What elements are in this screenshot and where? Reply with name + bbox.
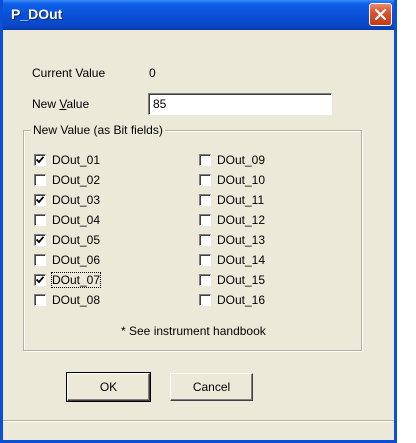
- status-divider: [3, 420, 394, 422]
- checkbox-box[interactable]: [199, 214, 211, 226]
- checkbox-box[interactable]: [199, 154, 211, 166]
- checkbox-box[interactable]: [34, 254, 46, 266]
- bit-checkbox-label: DOut_03: [52, 193, 101, 207]
- checkbox-box[interactable]: [34, 214, 46, 226]
- bit-checkbox-label: DOut_15: [217, 273, 266, 287]
- current-value-label: Current Value: [32, 66, 106, 80]
- bit-checkbox[interactable]: DOut_08: [34, 293, 100, 307]
- new-value-input[interactable]: 85: [148, 93, 332, 115]
- window-title: P_DOut: [11, 6, 63, 22]
- bit-checkbox[interactable]: DOut_15: [199, 273, 265, 287]
- checkbox-box[interactable]: [199, 294, 211, 306]
- bit-checkbox-label: DOut_12: [217, 213, 266, 227]
- checkmark-icon: [35, 236, 45, 244]
- new-value-label: New Value: [32, 97, 89, 111]
- bit-checkbox[interactable]: DOut_03: [34, 193, 100, 207]
- bit-checkbox-label: DOut_10: [217, 173, 266, 187]
- bit-checkbox[interactable]: DOut_09: [199, 153, 265, 167]
- checkbox-box[interactable]: [34, 234, 46, 246]
- checkbox-box[interactable]: [199, 274, 211, 286]
- bit-checkbox[interactable]: DOut_13: [199, 233, 265, 247]
- bit-checkbox-label: DOut_13: [217, 233, 266, 247]
- close-icon: [374, 8, 387, 21]
- checkbox-box[interactable]: [34, 194, 46, 206]
- bit-checkbox-label: DOut_11: [217, 193, 265, 207]
- bit-checkbox[interactable]: DOut_01: [34, 153, 100, 167]
- bit-checkbox-label: DOut_04: [52, 213, 101, 227]
- new-value-label-pre: New: [32, 97, 60, 111]
- title-bar[interactable]: P_DOut: [3, 0, 394, 30]
- bit-checkbox[interactable]: DOut_12: [199, 213, 265, 227]
- bit-checkbox-label: DOut_06: [52, 253, 101, 267]
- bit-checkbox[interactable]: DOut_16: [199, 293, 265, 307]
- bit-checkbox-label: DOut_14: [217, 253, 266, 267]
- bit-checkbox-label: DOut_01: [52, 153, 101, 167]
- bit-checkbox-label: DOut_08: [52, 293, 101, 307]
- bit-checkbox[interactable]: DOut_05: [34, 233, 100, 247]
- bit-checkbox[interactable]: DOut_10: [199, 173, 265, 187]
- cancel-button[interactable]: Cancel: [170, 373, 253, 401]
- bit-checkbox[interactable]: DOut_07: [34, 272, 102, 288]
- bit-checkbox[interactable]: DOut_02: [34, 173, 100, 187]
- bit-checkbox-label: DOut_07: [50, 272, 102, 288]
- checkbox-box[interactable]: [199, 174, 211, 186]
- bit-checkbox-label: DOut_05: [52, 233, 101, 247]
- checkmark-icon: [35, 196, 45, 204]
- checkbox-box[interactable]: [199, 254, 211, 266]
- dialog-window: P_DOut Current Value 0 New Value 85 New …: [0, 0, 397, 443]
- bit-checkbox[interactable]: DOut_04: [34, 213, 100, 227]
- checkbox-box[interactable]: [34, 274, 46, 286]
- checkbox-box[interactable]: [34, 154, 46, 166]
- bit-checkbox-label: DOut_02: [52, 173, 101, 187]
- close-button[interactable]: [369, 3, 392, 26]
- checkbox-box[interactable]: [199, 194, 211, 206]
- checkbox-box[interactable]: [199, 234, 211, 246]
- checkbox-box[interactable]: [34, 294, 46, 306]
- bit-fields-group-title: New Value (as Bit fields): [31, 123, 165, 137]
- checkbox-box[interactable]: [34, 174, 46, 186]
- bit-checkbox-label: DOut_09: [217, 153, 266, 167]
- ok-button[interactable]: OK: [66, 372, 151, 402]
- checkmark-icon: [35, 276, 45, 284]
- bit-checkbox[interactable]: DOut_14: [199, 253, 265, 267]
- new-value-label-post: alue: [66, 97, 90, 111]
- bit-checkbox[interactable]: DOut_06: [34, 253, 100, 267]
- handbook-note: * See instrument handbook: [121, 324, 266, 338]
- checkmark-icon: [35, 156, 45, 164]
- current-value: 0: [149, 66, 156, 80]
- bit-checkbox[interactable]: DOut_11: [199, 193, 264, 207]
- bit-checkbox-label: DOut_16: [217, 293, 266, 307]
